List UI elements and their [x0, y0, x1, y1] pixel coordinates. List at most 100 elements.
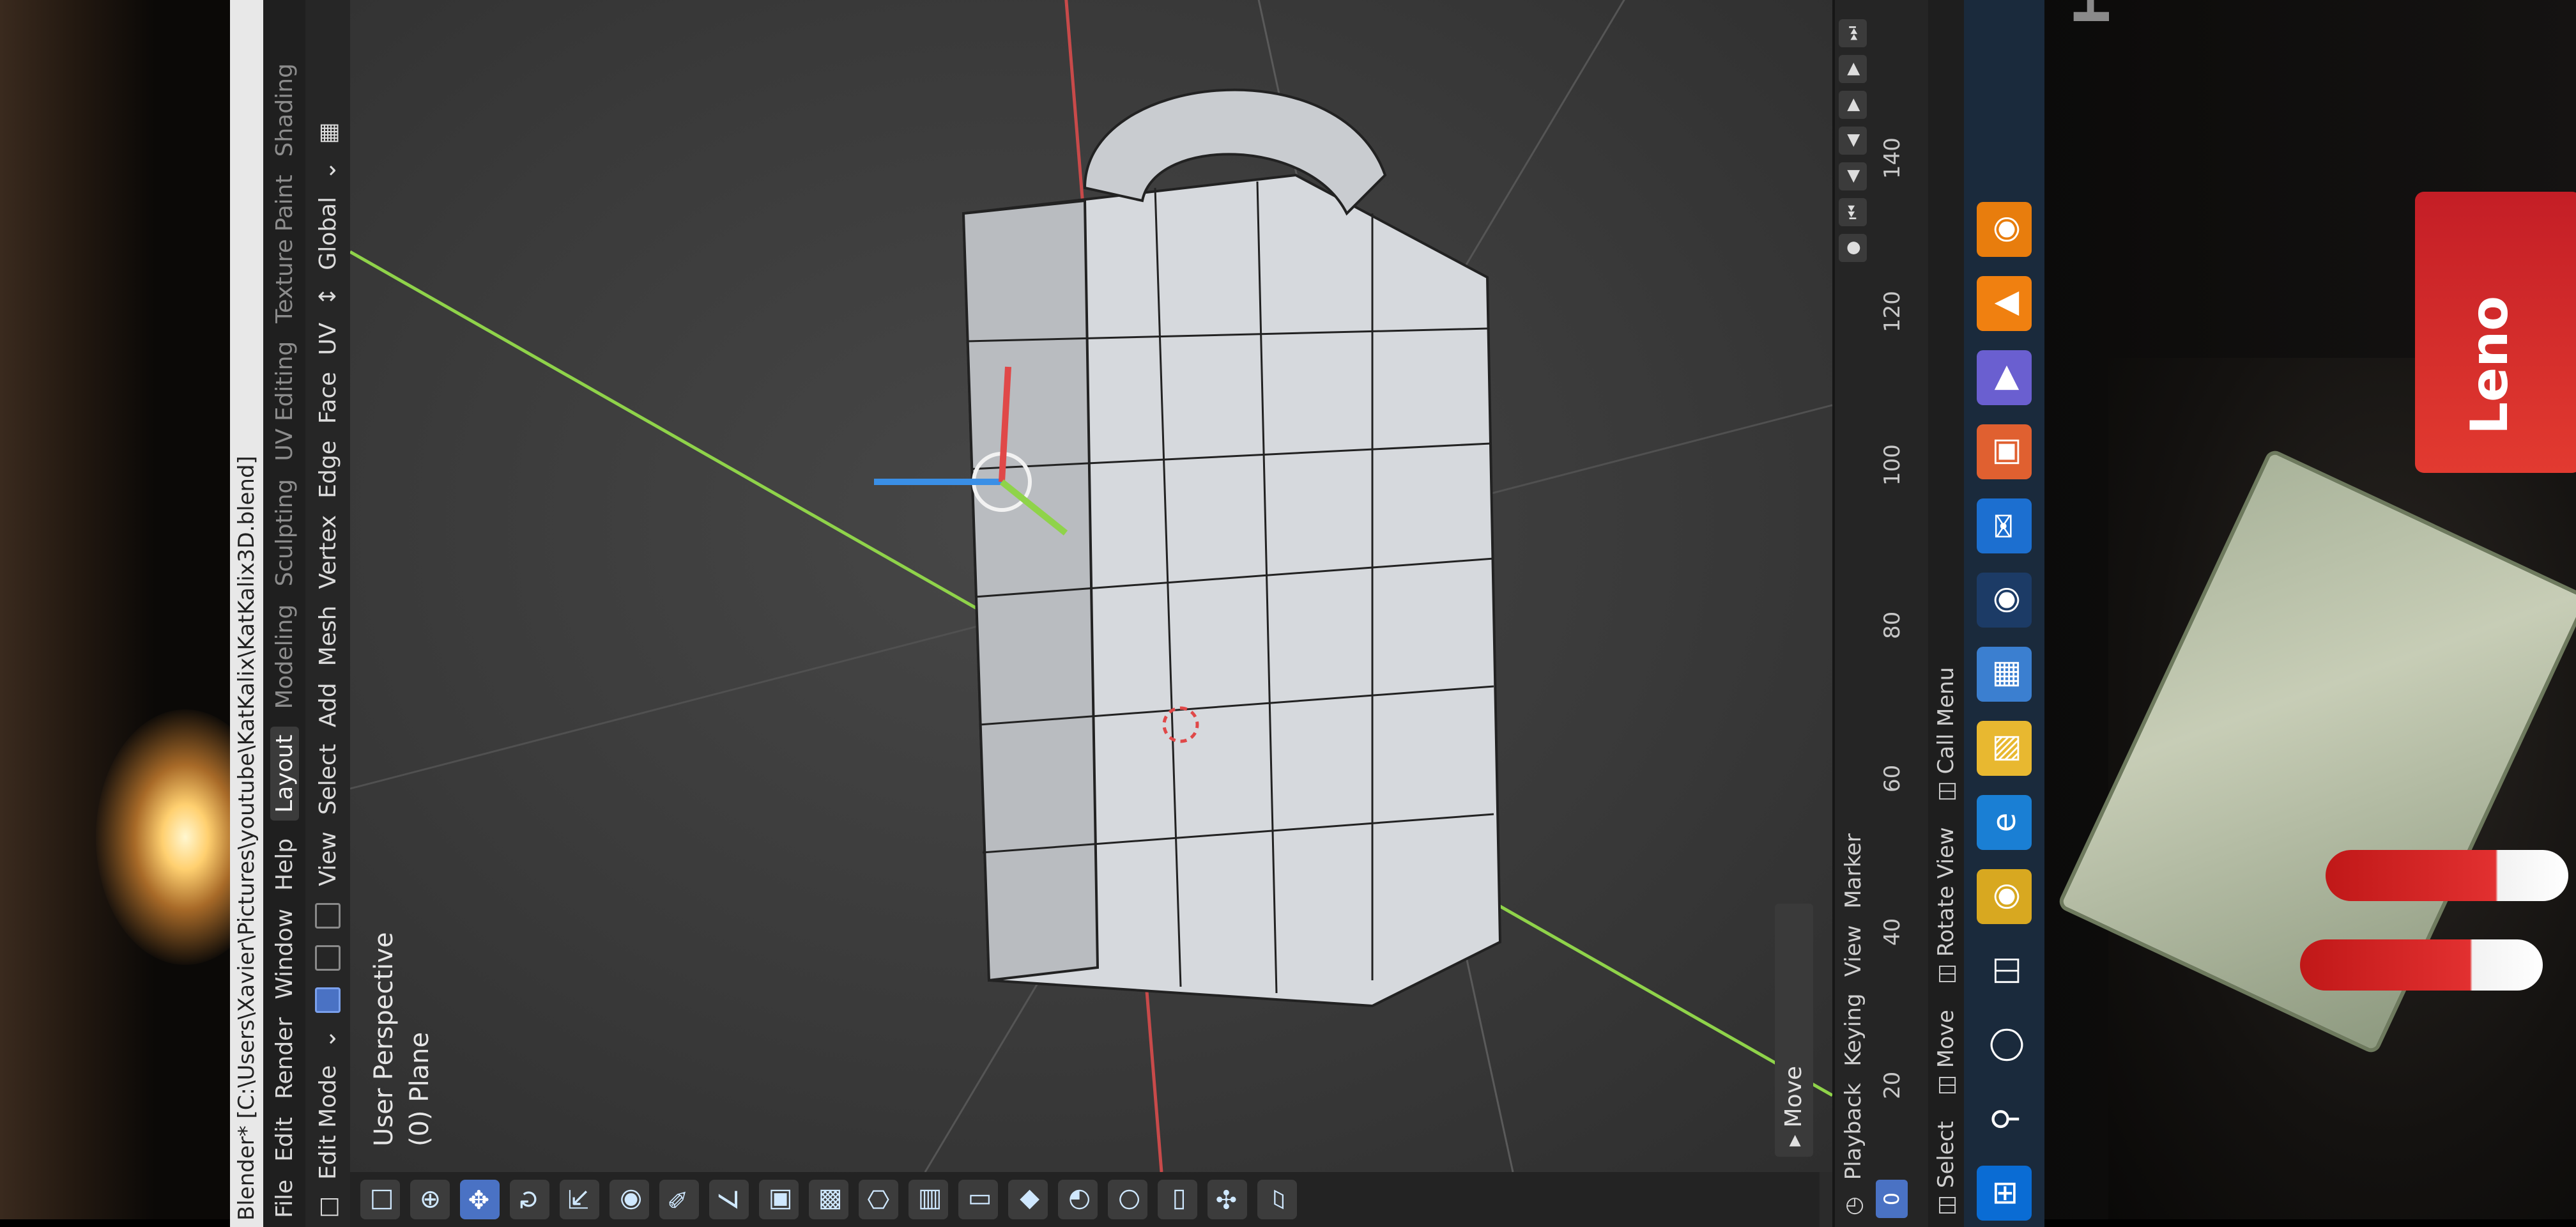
knife-icon[interactable]: ▯	[958, 1180, 998, 1219]
timeline-menu-keying[interactable]: Keying	[1841, 993, 1866, 1066]
smooth-icon[interactable]: ○	[1108, 1180, 1147, 1219]
play-reverse-icon[interactable]: ◀	[1839, 127, 1867, 155]
timeline-menu-marker[interactable]: Marker	[1841, 833, 1866, 909]
mesh-grid-icon[interactable]: ▦	[315, 123, 341, 144]
steam-icon[interactable]: ◉	[1977, 573, 2032, 628]
menu-edge[interactable]: Edge	[315, 440, 341, 498]
orientation-selector[interactable]: Global	[315, 197, 341, 270]
menu-face[interactable]: Face	[315, 372, 341, 424]
timeline-ruler[interactable]: 20 40 60 80 100 120 140	[1880, 13, 1912, 1163]
tab-sculpting[interactable]: Sculpting	[272, 479, 298, 587]
menu-render[interactable]: Render	[272, 1017, 298, 1099]
status-move-label: Move	[1933, 1010, 1959, 1069]
timeline: ◷ Playback Keying View Marker ● ⏮ ◀ ◀ ▶ …	[1832, 0, 1931, 1227]
tab-shading[interactable]: Shading	[272, 63, 298, 157]
prev-keyframe-icon[interactable]: ◀	[1839, 162, 1867, 190]
next-keyframe-icon[interactable]: ▶	[1839, 55, 1867, 83]
media-player-icon[interactable]: ▶	[1977, 350, 2032, 405]
timeline-tick: 120	[1880, 291, 1905, 332]
viewport-drawing	[350, 0, 1832, 1172]
monitor-brand: HUI	[2064, 0, 2120, 26]
last-operator-panel[interactable]: ▸ Move	[1775, 904, 1813, 1157]
tab-modeling[interactable]: Modeling	[272, 605, 298, 709]
extrude-icon[interactable]: ▣	[759, 1180, 799, 1219]
edge-slide-icon[interactable]: ▭	[1158, 1180, 1197, 1219]
menu-select[interactable]: Select	[315, 744, 341, 815]
play-icon[interactable]: ▶	[1839, 91, 1867, 119]
transform-tool-icon[interactable]: ◉	[610, 1180, 649, 1219]
jump-end-icon[interactable]: ⏭	[1839, 19, 1867, 47]
microsoft-store-icon[interactable]: ▦	[1977, 647, 2032, 702]
lenovo-box: Leno	[2415, 192, 2576, 473]
cursor-icon[interactable]: ⊕	[410, 1180, 450, 1219]
inset-icon[interactable]: ▩	[809, 1180, 848, 1219]
vlc-icon[interactable]: ▲	[1977, 276, 2032, 331]
menu-edit[interactable]: Edit	[272, 1117, 298, 1162]
shear-icon[interactable]: ▱	[1257, 1180, 1297, 1219]
menu-vertex[interactable]: Vertex	[315, 515, 341, 589]
3d-viewport[interactable]: User Perspective (0) Plane ▸ Move	[350, 0, 1832, 1172]
move-tool-icon[interactable]: ✥	[460, 1180, 500, 1219]
windows-start-icon[interactable]: ⊞	[1977, 1166, 2032, 1221]
mode-selector[interactable]: Edit Mode	[315, 1065, 341, 1180]
scale-tool-icon[interactable]: ⇱	[560, 1180, 599, 1219]
viewport-object-label: (0) Plane	[405, 1031, 434, 1146]
lip-balm	[2300, 939, 2543, 991]
task-view-icon[interactable]: ◫	[1977, 943, 2032, 998]
vertex-select-icon[interactable]	[315, 987, 341, 1013]
timeline-tick: 140	[1880, 137, 1905, 179]
timeline-tick: 80	[1880, 611, 1905, 639]
edge-icon[interactable]: e	[1977, 795, 2032, 850]
bevel-icon[interactable]: ⬡	[859, 1180, 898, 1219]
shrink-fatten-icon[interactable]: ✣	[1208, 1180, 1247, 1219]
status-rotate-view: ◫ Rotate View	[1933, 827, 1959, 984]
status-select-label: Select	[1933, 1121, 1959, 1189]
current-frame-indicator[interactable]: 0	[1876, 1180, 1908, 1218]
mug-rim	[962, 199, 1100, 982]
menu-help[interactable]: Help	[272, 838, 298, 891]
windows-taskbar: ⊞ ⚲ ◯ ◫ ◉ e ▧ ▦ ◉ ✉ ▣ ▶ ▲ ◉	[1964, 0, 2044, 1227]
file-explorer-icon[interactable]: ▧	[1977, 721, 2032, 776]
status-select: ◫ Select	[1933, 1121, 1959, 1215]
menu-view[interactable]: View	[315, 831, 341, 886]
lenovo-box-text: Leno	[2460, 295, 2519, 435]
viewport-header: □ Edit Mode ⌄ View Select Add Mesh Verte…	[305, 0, 350, 1227]
status-rotate-view-label: Rotate View	[1933, 827, 1959, 957]
menu-mesh[interactable]: Mesh	[315, 606, 341, 667]
measure-icon[interactable]: ∠	[709, 1180, 749, 1219]
tab-layout[interactable]: Layout	[270, 727, 299, 821]
editor-type-icon[interactable]: □	[315, 1196, 341, 1218]
blender-icon[interactable]: ◉	[1977, 202, 2032, 257]
face-select-icon[interactable]	[315, 902, 341, 929]
rotate-tool-icon[interactable]: ↻	[510, 1180, 549, 1219]
edge-select-icon[interactable]	[315, 945, 341, 971]
status-call-menu-label: Call Menu	[1933, 667, 1959, 775]
menu-window[interactable]: Window	[272, 909, 298, 999]
top-menu-bar: File Edit Render Window Help Layout Mode…	[263, 0, 305, 1227]
poly-build-icon[interactable]: ◆	[1008, 1180, 1048, 1219]
timeline-tick: 40	[1880, 918, 1905, 946]
photos-icon[interactable]: ▣	[1977, 424, 2032, 479]
spin-icon[interactable]: ◔	[1058, 1180, 1098, 1219]
timeline-menu-view[interactable]: View	[1841, 925, 1866, 977]
menu-add[interactable]: Add	[315, 683, 341, 727]
menu-uv[interactable]: UV	[315, 323, 341, 355]
timeline-menu-playback[interactable]: Playback	[1841, 1083, 1866, 1180]
cortana-icon[interactable]: ◯	[1977, 1017, 2032, 1072]
loop-cut-icon[interactable]: ▤	[908, 1180, 948, 1219]
search-icon[interactable]: ⚲	[1977, 1092, 2032, 1146]
playback-controls: ● ⏮ ◀ ◀ ▶ ▶ ⏭	[1839, 19, 1867, 262]
menu-file[interactable]: File	[272, 1180, 298, 1218]
annotate-icon[interactable]: ✎	[659, 1180, 699, 1219]
timeline-editor-icon[interactable]: ◷	[1841, 1196, 1866, 1215]
transform-orientation-icon[interactable]: ↕	[315, 287, 341, 306]
record-icon[interactable]: ●	[1839, 234, 1867, 262]
mail-icon[interactable]: ✉	[1977, 498, 2032, 553]
jump-start-icon[interactable]: ⏮	[1839, 198, 1867, 226]
window-title: Blender* [C:\Users\Xavier\Pictures\youtu…	[230, 0, 263, 1227]
select-box-icon[interactable]: □	[360, 1180, 400, 1219]
timeline-tick: 20	[1880, 1071, 1905, 1099]
tab-texture-paint[interactable]: Texture Paint	[272, 174, 298, 323]
tab-uv-editing[interactable]: UV Editing	[272, 341, 298, 461]
chrome-icon[interactable]: ◉	[1977, 869, 2032, 924]
